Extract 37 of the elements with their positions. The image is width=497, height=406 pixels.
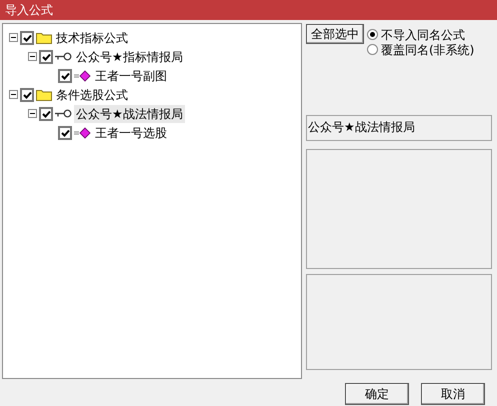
checkmark-icon bbox=[22, 34, 32, 42]
collapse-icon[interactable] bbox=[28, 52, 37, 61]
checkbox[interactable] bbox=[58, 68, 72, 82]
diamond-icon bbox=[74, 126, 91, 138]
checkbox[interactable] bbox=[20, 30, 34, 44]
checkmark-icon bbox=[42, 110, 50, 118]
folder-icon bbox=[36, 88, 52, 101]
collapse-icon[interactable] bbox=[9, 33, 18, 42]
checkbox[interactable] bbox=[39, 106, 53, 120]
collapse-icon[interactable] bbox=[28, 109, 37, 118]
collapse-icon[interactable] bbox=[9, 90, 18, 99]
checkmark-icon bbox=[60, 72, 70, 80]
folder-icon bbox=[36, 31, 52, 44]
cancel-button[interactable]: 取消 bbox=[421, 383, 485, 405]
checkmark-icon bbox=[22, 90, 32, 98]
tree-item[interactable]: 公众号★战法情报局 bbox=[74, 104, 185, 122]
diamond-icon bbox=[74, 70, 91, 82]
tree-item[interactable]: 王者一号副图 bbox=[93, 66, 169, 84]
window-title: 导入公式 bbox=[0, 0, 497, 20]
ok-button[interactable]: 确定 bbox=[345, 383, 409, 405]
key-icon bbox=[55, 109, 72, 118]
checkbox[interactable] bbox=[20, 88, 34, 102]
tree-item[interactable]: 技术指标公式 bbox=[54, 28, 130, 46]
option-label: 不导入同名公式 bbox=[381, 26, 465, 44]
tree-item[interactable]: 公众号★指标情报局 bbox=[74, 48, 185, 66]
tree-item[interactable]: 王者一号选股 bbox=[93, 124, 169, 142]
checkbox[interactable] bbox=[58, 126, 72, 140]
checkmark-icon bbox=[60, 128, 70, 136]
select-all-button[interactable]: 全部选中 bbox=[306, 24, 364, 44]
key-icon bbox=[55, 52, 72, 61]
radio-button[interactable] bbox=[367, 29, 378, 40]
option-label: 覆盖同名(非系统) bbox=[381, 42, 474, 58]
checkmark-icon bbox=[42, 52, 50, 60]
radio-button[interactable] bbox=[367, 44, 378, 55]
checkbox[interactable] bbox=[39, 50, 53, 64]
formula-name: 公众号★战法情报局 bbox=[308, 120, 415, 134]
tree-item[interactable]: 条件选股公式 bbox=[54, 86, 130, 104]
